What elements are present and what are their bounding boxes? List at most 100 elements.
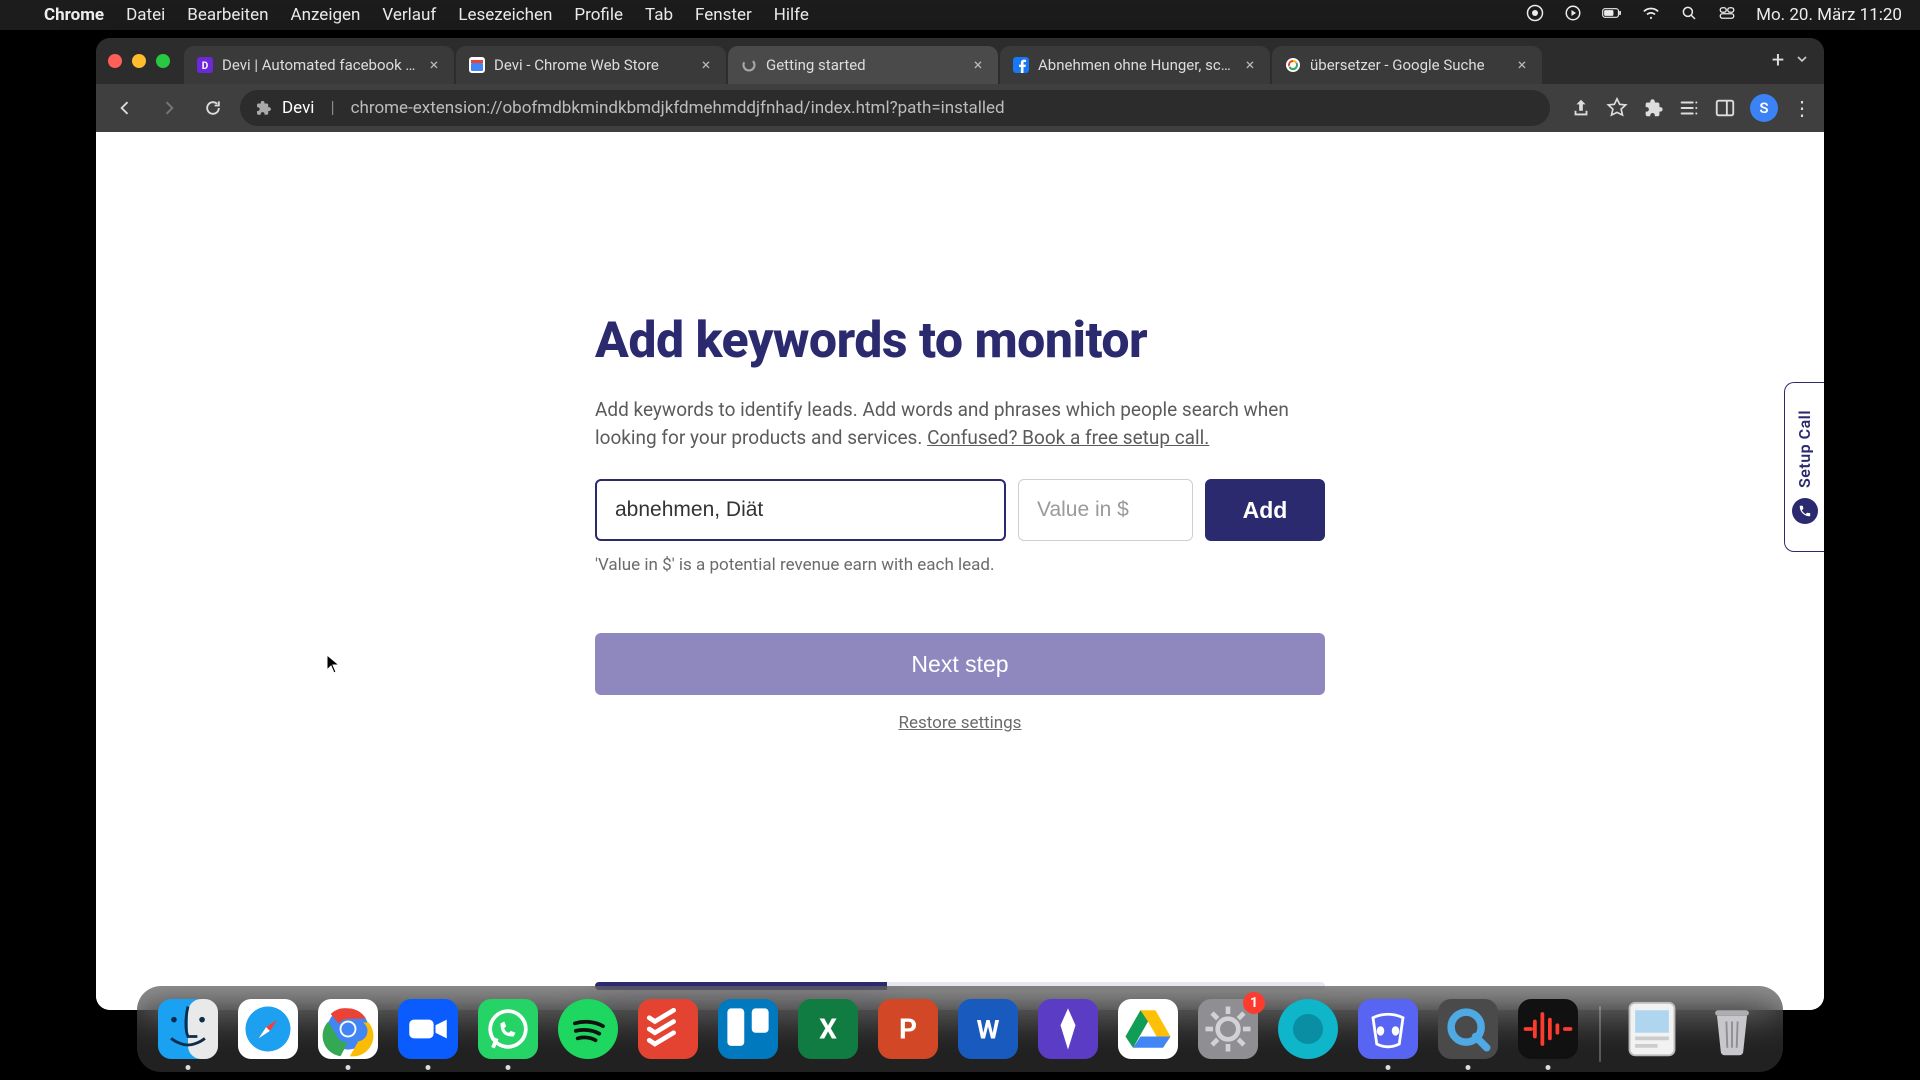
browser-tab[interactable]: Devi - Chrome Web Store × (456, 46, 726, 84)
running-indicator-icon (1466, 1065, 1471, 1070)
tab-favicon-icon: D (196, 56, 214, 74)
chrome-window: DDevi | Automated facebook gro…×Devi - C… (96, 38, 1824, 1010)
share-icon[interactable] (1570, 97, 1592, 119)
tab-favicon-icon (468, 56, 486, 74)
browser-tab[interactable]: D Devi | Automated facebook gro… × (184, 46, 454, 84)
dock-app-voice-memos[interactable] (1515, 996, 1581, 1062)
profile-avatar[interactable]: S (1750, 94, 1778, 122)
spotlight-icon[interactable] (1680, 4, 1698, 27)
browser-tab[interactable]: übersetzer - Google Suche× (1272, 46, 1542, 84)
menu-lesezeichen[interactable]: Lesezeichen (458, 5, 552, 25)
control-center-icon[interactable] (1718, 4, 1736, 27)
dock-app-todoist[interactable] (635, 996, 701, 1062)
browser-tab[interactable]: Getting started × (728, 46, 998, 84)
menu-fenster[interactable]: Fenster (695, 5, 752, 25)
tab-favicon-icon (740, 56, 758, 74)
window-controls (108, 54, 170, 68)
tab-close-button[interactable]: × (698, 57, 714, 73)
value-input[interactable] (1018, 479, 1193, 541)
svg-text:D: D (202, 61, 209, 72)
dock-app-powerpoint[interactable]: P (875, 996, 941, 1062)
running-indicator-icon (186, 1065, 191, 1070)
extension-icon (254, 99, 272, 117)
dock-app-imovie[interactable] (1035, 996, 1101, 1062)
new-tab-button[interactable]: + (1762, 45, 1794, 77)
wifi-icon[interactable] (1642, 4, 1660, 27)
running-indicator-icon (506, 1065, 511, 1070)
keywords-input[interactable] (595, 479, 1006, 541)
record-indicator-icon[interactable] (1526, 4, 1544, 27)
window-maximize-button[interactable] (156, 54, 170, 68)
book-setup-call-link[interactable]: Confused? Book a free setup call. (927, 426, 1209, 449)
restore-settings-link[interactable]: Restore settings (595, 713, 1325, 733)
menu-datei[interactable]: Datei (126, 5, 165, 25)
tab-close-button[interactable]: × (1514, 57, 1530, 73)
menu-anzeigen[interactable]: Anzeigen (291, 5, 361, 25)
back-button[interactable] (108, 91, 142, 125)
setup-call-tab[interactable]: Setup Call (1784, 382, 1824, 552)
dock-app-finder[interactable] (155, 996, 221, 1062)
tab-favicon-icon (1012, 56, 1030, 74)
browser-toolbar: Devi | chrome-extension://obofmdbkmindkb… (96, 84, 1824, 132)
svg-text:P: P (899, 1012, 917, 1045)
value-hint: 'Value in $' is a potential revenue earn… (595, 555, 1325, 575)
menu-verlauf[interactable]: Verlauf (382, 5, 436, 25)
bookmark-star-icon[interactable] (1606, 97, 1628, 119)
dock-app-whatsapp[interactable] (475, 996, 541, 1062)
tab-title: Devi - Chrome Web Store (494, 56, 690, 74)
dock-app-settings[interactable]: 1 (1195, 996, 1261, 1062)
dock-badge: 1 (1243, 992, 1265, 1014)
running-indicator-icon (1546, 1065, 1551, 1070)
dock-app-discord[interactable] (1355, 996, 1421, 1062)
url-host: Devi (282, 98, 314, 118)
tab-close-button[interactable]: × (970, 57, 986, 73)
screen-record-icon[interactable] (1564, 4, 1582, 27)
dock-app-trello[interactable] (715, 996, 781, 1062)
sidepanel-icon[interactable] (1714, 97, 1736, 119)
window-close-button[interactable] (108, 54, 122, 68)
dock-app-trash[interactable] (1699, 996, 1765, 1062)
forward-button[interactable] (152, 91, 186, 125)
menubar-appname[interactable]: Chrome (44, 5, 104, 25)
mouse-cursor-icon (326, 654, 340, 674)
page-viewport: Add keywords to monitor Add keywords to … (96, 132, 1824, 1010)
menu-bearbeiten[interactable]: Bearbeiten (187, 5, 268, 25)
window-minimize-button[interactable] (132, 54, 146, 68)
tab-close-button[interactable]: × (1242, 57, 1258, 73)
dock-app-safari[interactable] (235, 996, 301, 1062)
dock-app-spotify[interactable] (555, 996, 621, 1062)
dock-app-word[interactable]: W (955, 996, 1021, 1062)
dock-app-siri-blue[interactable] (1275, 996, 1341, 1062)
menubar-clock[interactable]: Mo. 20. März 11:20 (1756, 5, 1902, 25)
tab-title: Devi | Automated facebook gro… (222, 56, 418, 74)
macos-menubar: Chrome Datei Bearbeiten Anzeigen Verlauf… (0, 0, 1920, 30)
running-indicator-icon (426, 1065, 431, 1070)
tabs-overflow-button[interactable] (1794, 51, 1810, 71)
dock-app-quicktime[interactable] (1435, 996, 1501, 1062)
running-indicator-icon (1386, 1065, 1391, 1070)
tab-title: Getting started (766, 56, 962, 74)
reading-list-icon[interactable] (1678, 97, 1700, 119)
menu-hilfe[interactable]: Hilfe (774, 5, 809, 25)
add-button[interactable]: Add (1205, 479, 1325, 541)
reload-button[interactable] (196, 91, 230, 125)
dock-app-zoom[interactable] (395, 996, 461, 1062)
dock-app-chrome[interactable] (315, 996, 381, 1062)
next-step-button[interactable]: Next step (595, 633, 1325, 695)
dock-separator (1599, 1006, 1601, 1062)
page-description: Add keywords to identify leads. Add word… (595, 396, 1325, 451)
chrome-menu-icon[interactable]: ⋮ (1792, 96, 1812, 120)
dock: X P W 1 (137, 986, 1783, 1072)
dock-app-drive[interactable] (1115, 996, 1181, 1062)
address-bar[interactable]: Devi | chrome-extension://obofmdbkmindkb… (240, 90, 1550, 126)
tab-favicon-icon (1284, 56, 1302, 74)
dock-app-excel[interactable]: X (795, 996, 861, 1062)
extensions-icon[interactable] (1642, 97, 1664, 119)
svg-text:X: X (819, 1012, 837, 1045)
menu-tab[interactable]: Tab (645, 5, 673, 25)
menu-profile[interactable]: Profile (574, 5, 623, 25)
browser-tab[interactable]: Abnehmen ohne Hunger, schn…× (1000, 46, 1270, 84)
tab-close-button[interactable]: × (426, 57, 442, 73)
battery-icon[interactable] (1602, 5, 1622, 25)
dock-app-preview-doc[interactable] (1619, 996, 1685, 1062)
